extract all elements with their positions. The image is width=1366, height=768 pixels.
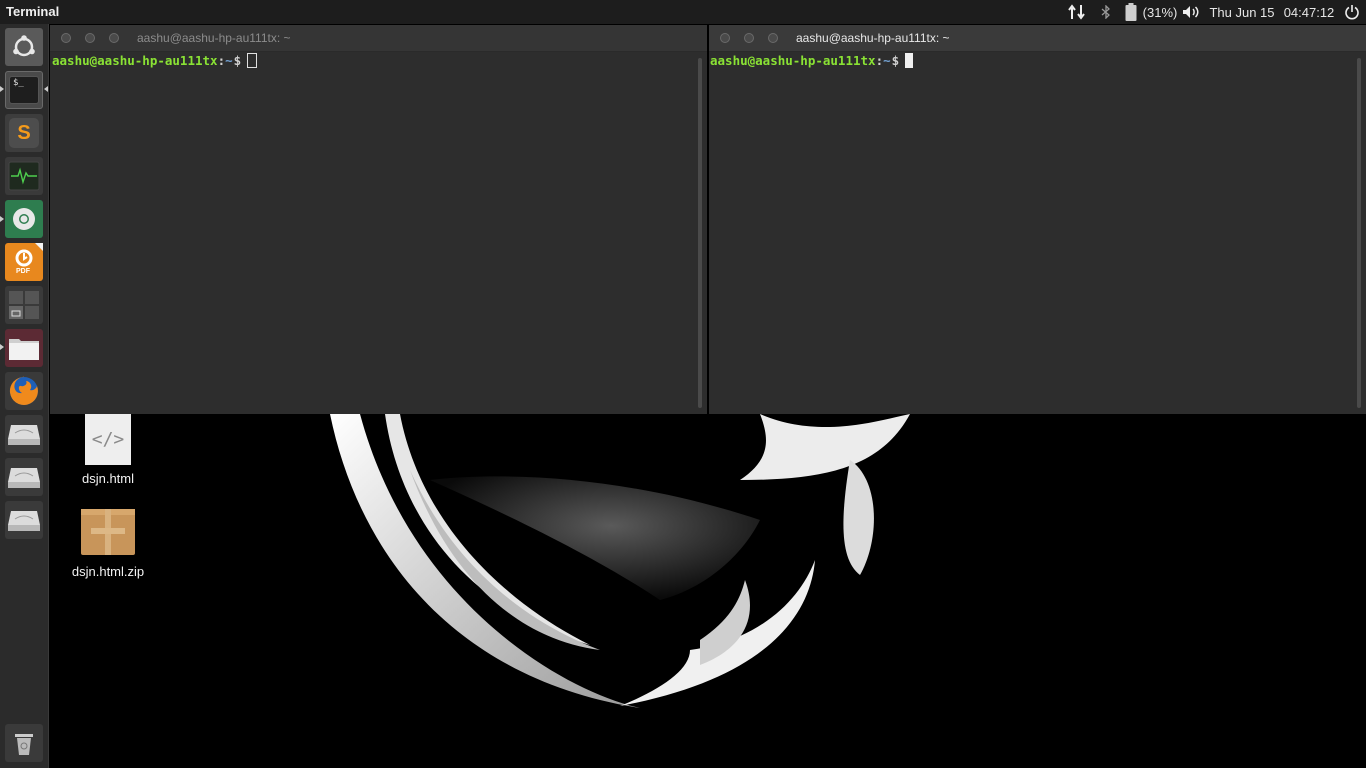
maximize-button[interactable] bbox=[109, 33, 119, 43]
html-file-glyph: </> bbox=[91, 429, 125, 450]
prompt-path: ~ bbox=[225, 53, 233, 68]
scrollbar[interactable] bbox=[1357, 58, 1361, 408]
close-button[interactable] bbox=[720, 33, 730, 43]
maximize-button[interactable] bbox=[768, 33, 778, 43]
archive-icon bbox=[81, 509, 135, 555]
desktop-file-label[interactable]: dsjn.html bbox=[53, 471, 163, 486]
terminal-prompt[interactable]: aashu@aashu-hp-au111tx: ~ $ bbox=[52, 53, 258, 68]
desktop-file-html[interactable]: </> bbox=[85, 414, 131, 465]
desktop-file-label[interactable]: dsjn.html.zip bbox=[53, 564, 163, 579]
minimize-button[interactable] bbox=[744, 33, 754, 43]
html-file-icon: </> bbox=[85, 414, 131, 465]
terminal-window-right[interactable]: aashu@aashu-hp-au111tx: ~ aashu@aashu-hp… bbox=[709, 25, 1366, 414]
window-title: aashu@aashu-hp-au111tx: ~ bbox=[796, 31, 950, 45]
close-button[interactable] bbox=[61, 33, 71, 43]
scrollbar[interactable] bbox=[698, 58, 702, 408]
window-titlebar[interactable]: aashu@aashu-hp-au111tx: ~ bbox=[50, 25, 707, 52]
desktop-file-zip[interactable] bbox=[81, 509, 135, 555]
window-titlebar[interactable]: aashu@aashu-hp-au111tx: ~ bbox=[709, 25, 1366, 52]
prompt-path: ~ bbox=[883, 53, 891, 68]
minimize-button[interactable] bbox=[85, 33, 95, 43]
prompt-symbol: $ bbox=[891, 53, 900, 68]
prompt-separator: : bbox=[875, 53, 884, 68]
prompt-user: aashu@aashu-hp-au111tx bbox=[52, 53, 218, 68]
window-title: aashu@aashu-hp-au111tx: ~ bbox=[137, 31, 291, 45]
text-cursor bbox=[247, 53, 258, 68]
prompt-symbol: $ bbox=[233, 53, 242, 68]
text-cursor bbox=[905, 53, 914, 68]
terminal-prompt[interactable]: aashu@aashu-hp-au111tx: ~ $ bbox=[710, 53, 914, 68]
terminal-window-left[interactable]: aashu@aashu-hp-au111tx: ~ aashu@aashu-hp… bbox=[50, 25, 707, 414]
prompt-separator: : bbox=[217, 53, 226, 68]
prompt-user: aashu@aashu-hp-au111tx bbox=[710, 53, 876, 68]
